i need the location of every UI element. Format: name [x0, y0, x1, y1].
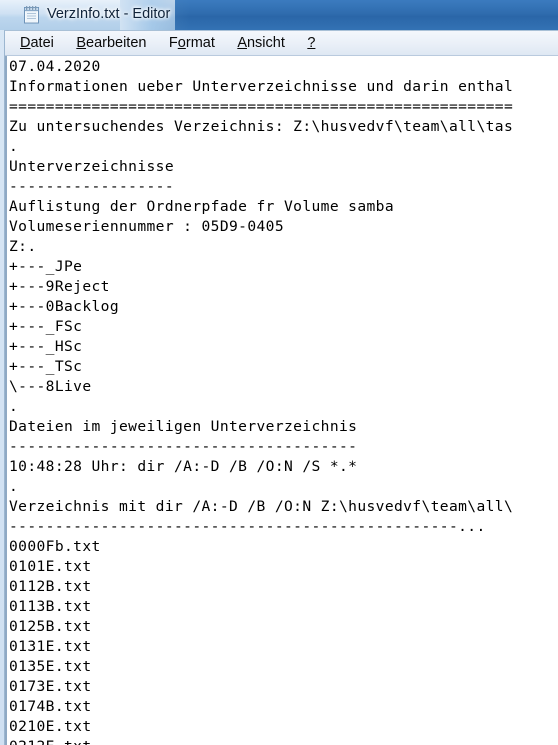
text-editor-content[interactable]: 07.04.2020 Informationen ueber Unterverz… [9, 57, 558, 745]
notepad-icon [23, 5, 40, 24]
menu-item-datei[interactable]: Datei [11, 31, 63, 55]
title-bar-glass [175, 0, 558, 30]
window-client-area: Datei Bearbeiten Format Ansicht ? 07.04.… [4, 30, 558, 745]
text-editor-area[interactable]: 07.04.2020 Informationen ueber Unterverz… [5, 56, 558, 745]
menu-item-bearbeiten[interactable]: Bearbeiten [67, 31, 155, 55]
menu-bar: Datei Bearbeiten Format Ansicht ? [5, 31, 558, 56]
menu-item-format[interactable]: Format [160, 31, 224, 55]
title-bar[interactable]: VerzInfo.txt - Editor [0, 0, 558, 30]
window-title: VerzInfo.txt - Editor [47, 6, 171, 22]
menu-item-ansicht[interactable]: Ansicht [228, 31, 294, 55]
notepad-window: VerzInfo.txt - Editor Datei Bearbeiten F… [0, 0, 558, 745]
menu-item-hilfe[interactable]: ? [298, 31, 324, 55]
